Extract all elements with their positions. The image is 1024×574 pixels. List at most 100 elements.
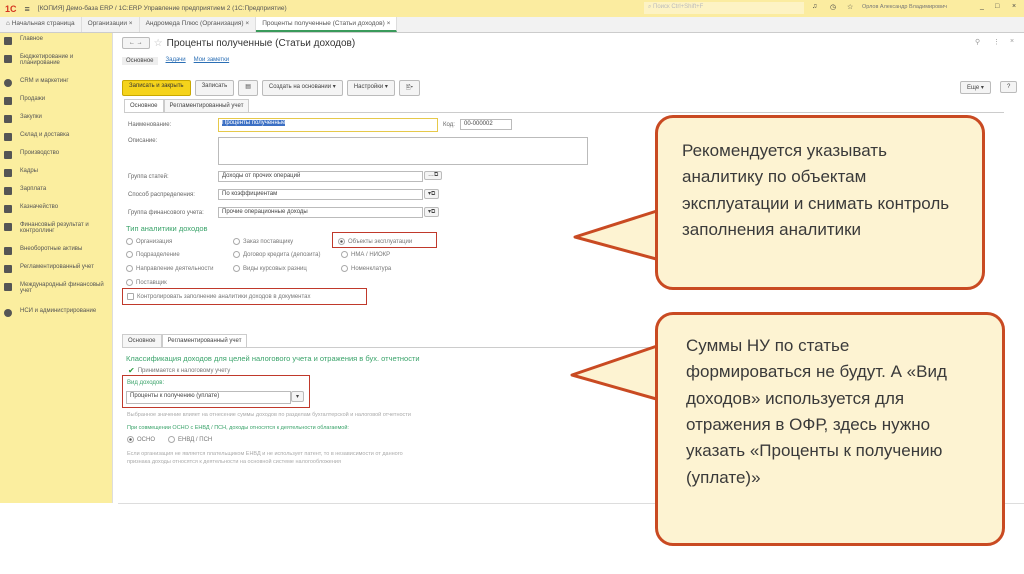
group-input[interactable]: Доходы от прочих операций bbox=[218, 171, 423, 182]
bag-icon bbox=[4, 97, 12, 105]
sidebar-item-warehouse[interactable]: Склад и доставка bbox=[0, 129, 112, 147]
fin-group-dropdown-button[interactable]: ▾⧉ bbox=[424, 207, 440, 217]
user-name[interactable]: Орлов Александр Владимирович bbox=[862, 4, 947, 10]
tab-home[interactable]: ⌂ Начальная страница bbox=[0, 17, 82, 32]
radio-envd[interactable]: ЕНВД / ПСН bbox=[168, 436, 212, 443]
income-kind-dropdown-button[interactable]: ▾ bbox=[291, 391, 305, 402]
sidebar-item-international[interactable]: Международный финансовый учет bbox=[0, 279, 112, 305]
reg-tab-main[interactable]: Основное bbox=[122, 334, 162, 347]
search-input[interactable]: ⌕ Поиск Ctrl+Shift+F bbox=[644, 2, 804, 14]
more-vert-icon[interactable]: ⋮ bbox=[993, 38, 1000, 46]
minimize-icon[interactable]: _ bbox=[980, 3, 984, 10]
maximize-icon[interactable]: □ bbox=[995, 3, 999, 10]
sidebar-item-purchases[interactable]: Закупки bbox=[0, 111, 112, 129]
tab-organizations[interactable]: Организации × bbox=[82, 17, 140, 32]
report-icon[interactable]: ▤ bbox=[238, 80, 258, 96]
1c-logo: 1С bbox=[5, 3, 17, 14]
radio-osno[interactable]: ОСНО bbox=[127, 436, 155, 443]
back-button[interactable]: ← → bbox=[122, 37, 150, 49]
radio-organization[interactable]: Организация bbox=[126, 238, 172, 245]
radio-nomenclature[interactable]: Номенклатура bbox=[341, 265, 391, 272]
combination-label: При совмещении ОСНО с ЕНВД / ПСН, доходы… bbox=[127, 425, 349, 431]
close-icon[interactable]: × bbox=[1012, 3, 1016, 10]
window-title: [КОПИЯ] Демо-база ERP / 1С:ERP Управлени… bbox=[37, 5, 287, 12]
radio-loan-contract[interactable]: Договор кредита (депозита) bbox=[233, 251, 321, 258]
bar-chart-icon bbox=[4, 223, 12, 231]
print-button[interactable]: 🖹▾ bbox=[398, 80, 420, 96]
toolbar: Записать и закрыть Записать ▤ Создать на… bbox=[122, 80, 420, 96]
sidebar-item-regulated[interactable]: Регламентированный учет bbox=[0, 261, 112, 279]
sidebar-item-crm[interactable]: CRM и маркетинг bbox=[0, 75, 112, 93]
radio-supplier[interactable]: Поставщик bbox=[126, 279, 167, 286]
form-header: ← → ☆ Проценты полученные (Статьи доходо… bbox=[122, 37, 355, 49]
income-kind-label: Вид доходов: bbox=[127, 380, 165, 386]
analytics-heading: Тип аналитики доходов bbox=[126, 224, 208, 233]
radio-department[interactable]: Подразделение bbox=[126, 251, 180, 258]
settings-button[interactable]: Настройки ▾ bbox=[346, 80, 395, 96]
sidebar-item-hr[interactable]: Кадры bbox=[0, 165, 112, 183]
tab-main[interactable]: Основное bbox=[124, 99, 164, 112]
control-analytics-checkbox[interactable]: Контролировать заполнение аналитики дохо… bbox=[127, 293, 310, 300]
radio-operation-objects[interactable]: Объекты эксплуатации bbox=[338, 238, 412, 245]
form-nav: Основное Задачи Мои заметки bbox=[122, 57, 229, 65]
chart-icon bbox=[4, 55, 12, 63]
distribution-select[interactable]: По коэффициентам bbox=[218, 189, 423, 200]
sidebar-item-sales[interactable]: Продажи bbox=[0, 93, 112, 111]
title-bar: 1С ≡ [КОПИЯ] Демо-база ERP / 1С:ERP Упра… bbox=[0, 0, 1024, 17]
note-envd: Если организация не является плательщико… bbox=[127, 451, 403, 466]
sidebar-item-production[interactable]: Производство bbox=[0, 147, 112, 165]
history-icon[interactable]: ◷ bbox=[830, 3, 836, 11]
callout-pointer-1 bbox=[573, 208, 662, 262]
sidebar-item-main[interactable]: Главное bbox=[0, 33, 112, 51]
code-input[interactable]: 00-000002 bbox=[460, 119, 512, 130]
code-label: Код: bbox=[443, 122, 455, 128]
help-button[interactable]: ? bbox=[1000, 81, 1018, 93]
bell-icon[interactable]: ♫ bbox=[812, 3, 817, 10]
list-icon bbox=[4, 37, 12, 45]
favorite-star-icon[interactable]: ☆ bbox=[154, 38, 163, 49]
radio-activity[interactable]: Направление деятельности bbox=[126, 265, 213, 272]
create-based-button[interactable]: Создать на основании ▾ bbox=[261, 80, 343, 96]
save-button[interactable]: Записать bbox=[194, 80, 235, 96]
radio-supplier-order[interactable]: Заказ поставщику bbox=[233, 238, 293, 245]
money-icon bbox=[4, 187, 12, 195]
form-close-icon[interactable]: × bbox=[1010, 38, 1014, 45]
group-label: Группа статей: bbox=[128, 174, 169, 180]
warehouse-icon bbox=[4, 133, 12, 141]
nav-notes[interactable]: Мои заметки bbox=[194, 57, 230, 65]
save-close-button[interactable]: Записать и закрыть bbox=[122, 80, 191, 96]
income-kind-select[interactable]: Проценты к получению (уплате) bbox=[126, 391, 291, 404]
note-effect: Выбранное значение влияет на отнесение с… bbox=[127, 412, 411, 418]
radio-exchange-diff[interactable]: Виды курсовых разниц bbox=[233, 265, 307, 272]
star-icon[interactable]: ☆ bbox=[847, 3, 853, 11]
tax-accounting-checkbox[interactable]: ✔ Принимается к налоговому учету bbox=[128, 366, 230, 375]
classification-heading: Классификация доходов для целей налогово… bbox=[126, 354, 420, 363]
link-icon[interactable]: ⚲ bbox=[975, 38, 980, 46]
more-button[interactable]: Еще ▾ bbox=[960, 81, 991, 94]
sidebar-item-salary[interactable]: Зарплата bbox=[0, 183, 112, 201]
tab-interest-received[interactable]: Проценты полученные (Статьи доходов) × bbox=[256, 17, 398, 32]
sidebar-item-fixed-assets[interactable]: Внеоборотные активы bbox=[0, 243, 112, 261]
truck-icon bbox=[4, 247, 12, 255]
menu-icon[interactable]: ≡ bbox=[25, 4, 30, 14]
radio-intangibles[interactable]: НМА / НИОКР bbox=[341, 251, 390, 258]
factory-icon bbox=[4, 151, 12, 159]
fin-group-select[interactable]: Прочие операционные доходы bbox=[218, 207, 423, 218]
nav-tasks[interactable]: Задачи bbox=[166, 57, 186, 65]
description-label: Описание: bbox=[128, 138, 158, 144]
name-input[interactable]: Проценты полученные bbox=[218, 118, 438, 132]
tab-andromeda[interactable]: Андромеда Плюс (Организация) × bbox=[140, 17, 257, 32]
reg-tab-regulated[interactable]: Регламентированный учет bbox=[161, 334, 248, 347]
sidebar-item-financial-result[interactable]: Финансовый результат и контроллинг bbox=[0, 219, 112, 243]
sidebar-item-budgeting[interactable]: Бюджетирование и планирование bbox=[0, 51, 112, 75]
description-input[interactable] bbox=[218, 137, 588, 165]
open-tabs: ⌂ Начальная страница Организации × Андро… bbox=[0, 17, 1024, 33]
group-open-button[interactable]: …⧉ bbox=[424, 171, 443, 180]
sidebar-item-treasury[interactable]: Казначейство bbox=[0, 201, 112, 219]
distribution-dropdown-button[interactable]: ▾⧉ bbox=[424, 189, 440, 199]
fin-group-label: Группа финансового учета: bbox=[128, 210, 204, 216]
tab-regulated[interactable]: Регламентированный учет bbox=[163, 99, 250, 112]
nav-main[interactable]: Основное bbox=[122, 57, 158, 65]
currency-icon bbox=[4, 283, 12, 291]
sidebar-item-admin[interactable]: НСИ и администрирование bbox=[0, 305, 112, 329]
